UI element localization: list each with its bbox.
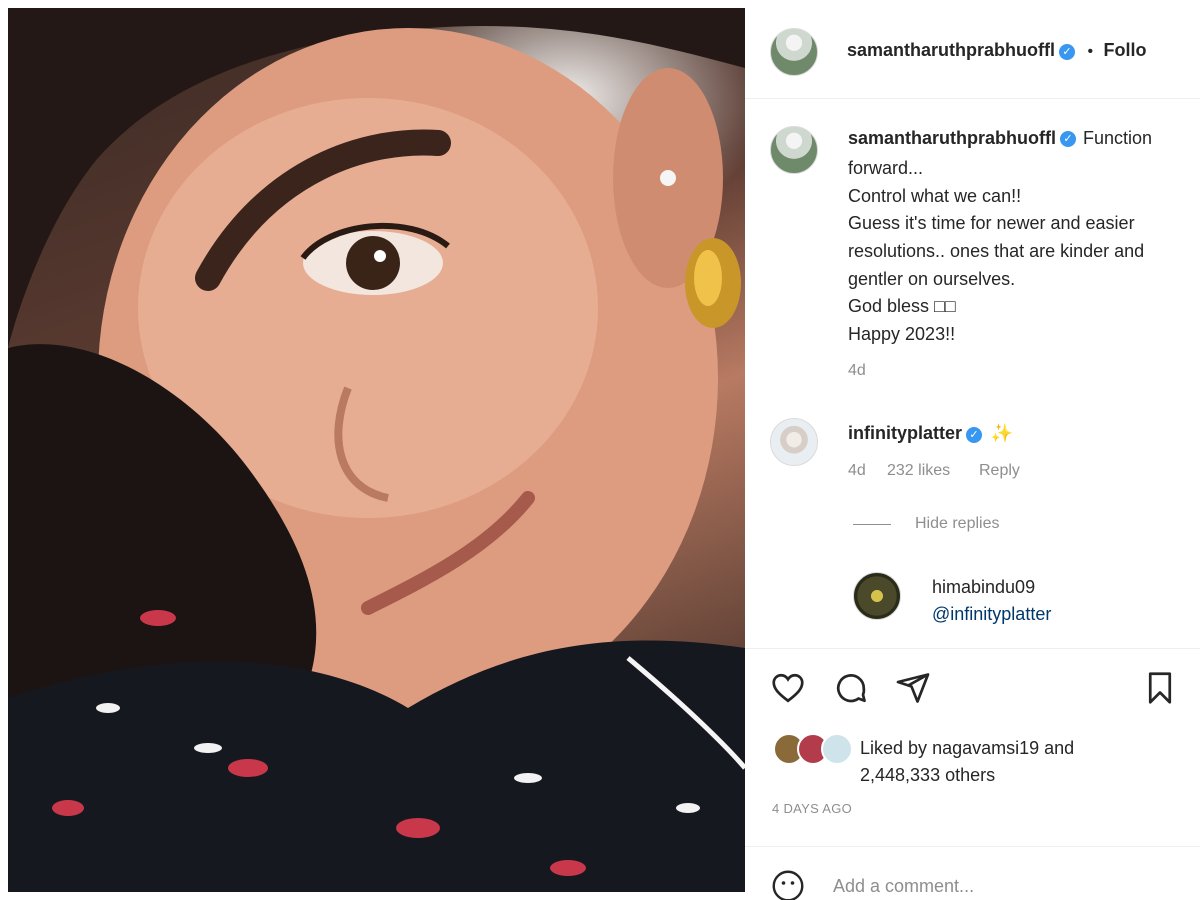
liked-by-prefix: Liked by <box>860 738 928 758</box>
hide-replies-line <box>853 524 891 525</box>
follow-button[interactable]: Follo <box>1104 40 1147 60</box>
hide-replies-button[interactable]: Hide replies <box>915 515 999 533</box>
post-sidebar: samantharuthprabhuoffl ✓ • Follo samantha… <box>745 0 1200 900</box>
post-date[interactable]: 4 DAYS AGO <box>772 801 852 816</box>
header-separator: • <box>1087 43 1094 60</box>
caption-text-start: Function <box>1083 128 1153 148</box>
caption-line: Happy 2023!! <box>848 324 956 344</box>
caption-line: Guess it's time for newer and easier <box>848 213 1135 233</box>
author-username[interactable]: samantharuthprabhuoffl <box>847 40 1055 60</box>
verified-badge-icon: ✓ <box>1059 43 1076 60</box>
bookmark-icon <box>1148 672 1172 704</box>
reply-avatar[interactable] <box>853 572 901 620</box>
liker-avatar[interactable] <box>821 733 853 765</box>
caption-timestamp[interactable]: 4d <box>848 362 866 380</box>
comment-button[interactable] <box>833 670 869 706</box>
caption-line: forward... <box>848 158 924 178</box>
photo-illustration <box>8 8 745 892</box>
heart-icon <box>772 673 804 703</box>
header-divider <box>745 98 1200 99</box>
send-icon <box>896 673 930 703</box>
save-button[interactable] <box>1142 670 1178 706</box>
caption-line: God bless □□ <box>848 296 956 316</box>
commenter-verified-badge-icon: ✓ <box>966 426 983 443</box>
sparkle-emoji-icon: ✨ <box>990 423 1013 443</box>
comments-divider <box>745 648 1200 649</box>
caption-first-line: samantharuthprabhuoffl ✓ Function <box>848 128 1152 149</box>
share-button[interactable] <box>895 670 931 706</box>
commenter-avatar[interactable] <box>770 418 818 466</box>
smiley-icon <box>772 870 804 900</box>
comment: infinityplatter ✓ ✨ <box>848 423 1013 444</box>
reply-mention[interactable]: @infinityplatter <box>932 604 1051 625</box>
likes-count[interactable]: 2,448,333 others <box>860 765 995 785</box>
comment-icon <box>836 674 866 703</box>
reply-username[interactable]: himabindu09 <box>932 577 1035 598</box>
caption-author-username[interactable]: samantharuthprabhuoffl <box>848 128 1056 148</box>
like-button[interactable] <box>770 670 806 706</box>
comment-likes[interactable]: 232 likes <box>887 462 950 480</box>
add-comment-input[interactable]: Add a comment... <box>833 876 974 897</box>
caption-line: gentler on ourselves. <box>848 269 1016 289</box>
comment-timestamp[interactable]: 4d <box>848 462 866 480</box>
emoji-button[interactable] <box>770 868 806 900</box>
post-header: samantharuthprabhuoffl ✓ • Follo <box>847 40 1147 61</box>
caption-author-avatar[interactable] <box>770 126 818 174</box>
liked-by-user[interactable]: nagavamsi19 <box>932 738 1039 758</box>
comment-reply-button[interactable]: Reply <box>979 462 1020 480</box>
liked-by-and: and <box>1044 738 1075 758</box>
footer-divider <box>745 846 1200 847</box>
commenter-username[interactable]: infinityplatter <box>848 423 962 443</box>
liked-by-text: Liked by nagavamsi19 and 2,448,333 other… <box>860 735 1180 789</box>
author-avatar[interactable] <box>770 28 818 76</box>
caption-verified-badge-icon: ✓ <box>1060 131 1077 148</box>
caption-line: Control what we can!! <box>848 186 1022 206</box>
post-photo[interactable] <box>8 8 745 892</box>
caption-line: resolutions.. ones that are kinder and <box>848 241 1145 261</box>
